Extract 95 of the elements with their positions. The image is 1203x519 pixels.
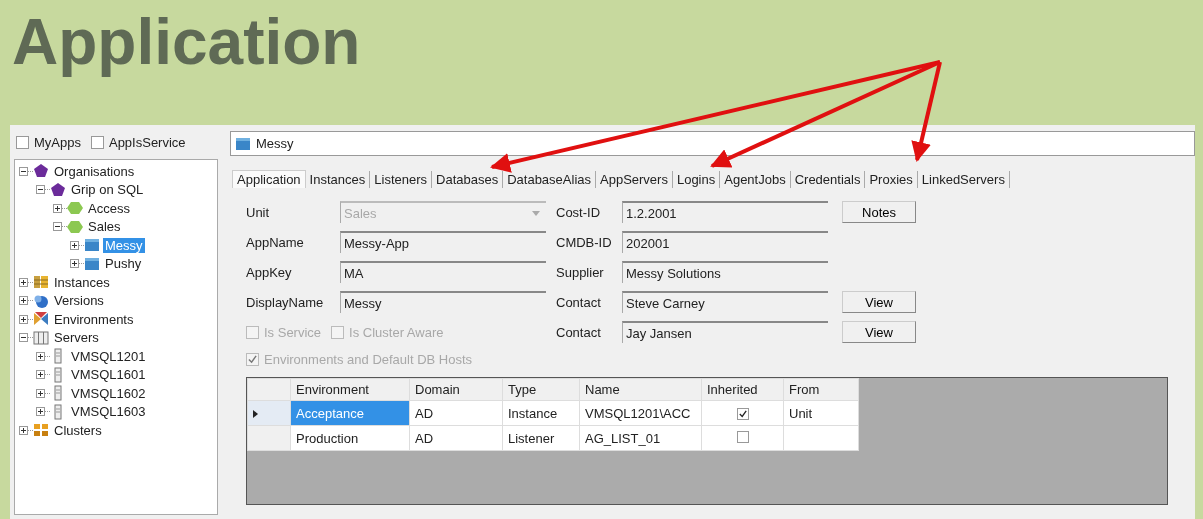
tree-item[interactable]: Access [86,200,132,216]
tree-item[interactable]: Environments [52,311,136,327]
filter-checkbox[interactable]: AppIsService [90,134,186,150]
input-field[interactable]: 1.2.2001 [622,201,828,223]
expander-icon[interactable] [36,185,45,195]
tree-item[interactable]: Sales [86,219,123,235]
tree-item[interactable]: Servers [52,330,101,346]
field-label: DisplayName [246,294,325,310]
expander-icon[interactable] [36,407,45,417]
tree-item[interactable]: Pushy [103,256,144,272]
caret-icon [532,210,540,216]
input-field[interactable]: Jay Jansen [622,321,828,343]
expander-icon[interactable] [19,296,28,306]
action-button[interactable]: View [842,291,916,313]
column-header[interactable]: Environment [290,378,410,401]
filter-checkbox[interactable]: MyApps [16,134,81,150]
table-cell: AG_LIST_01 [579,425,702,451]
tab[interactable]: LinkedServers [917,170,1010,188]
tab[interactable]: Instances [305,170,371,188]
expander-icon[interactable] [70,240,79,250]
table-cell: AD [409,425,503,451]
tree-item[interactable]: Versions [52,293,106,309]
hexagon-icon [67,218,83,235]
column-header[interactable]: Domain [409,378,503,401]
expander-icon[interactable] [19,277,28,287]
current-row-icon [253,409,258,418]
field-label: Contact [556,324,602,340]
column-header[interactable]: Type [502,378,580,401]
tree-item[interactable]: Organisations [52,163,137,179]
input-field[interactable]: MA [340,261,546,283]
input-field[interactable]: Steve Carney [622,291,828,313]
tab[interactable]: Databases [432,170,504,188]
row-header [247,378,291,401]
expander-icon[interactable] [19,333,28,343]
input-field[interactable]: Messy [340,291,546,313]
window-icon [84,255,100,272]
table-cell: Instance [502,400,580,426]
field-label: Cost-ID [556,204,602,220]
action-button[interactable]: Notes [842,201,916,223]
tab[interactable]: AgentJobs [720,170,791,188]
expander-icon[interactable] [19,425,28,435]
cluster-icon [33,422,49,439]
pentagon-icon [33,163,49,180]
tree-item[interactable]: Instances [52,274,112,290]
tree-item[interactable]: Grip on SQL [69,182,146,198]
column-header[interactable]: From [783,378,859,401]
field-label: Contact [556,294,602,310]
expander-icon[interactable] [19,166,28,176]
tree-item[interactable]: VMSQL1602 [69,385,148,401]
record-title: Messy [256,136,294,151]
tree-item[interactable]: Clusters [52,422,104,438]
tab[interactable]: AppServers [596,170,673,188]
expander-icon[interactable] [53,203,62,213]
server-rack-icon [33,329,49,346]
puzzle-icon [33,311,49,328]
inherited-checkbox[interactable] [736,430,749,443]
table-cell: Unit [783,400,859,426]
column-header[interactable]: Inherited [701,378,784,401]
field-label: AppName [246,234,305,250]
expander-icon[interactable] [70,259,79,269]
tab[interactable]: Listeners [370,170,432,188]
input-field[interactable]: 202001 [622,231,828,253]
database-stack-icon [33,274,49,291]
field-label: Unit [246,204,271,220]
expander-icon[interactable] [36,388,45,398]
page-title: Application [11,5,362,80]
tab[interactable]: DatabaseAlias [503,170,596,188]
field-label: AppKey [246,264,293,280]
table-cell: Listener [502,425,580,451]
column-header[interactable]: Name [579,378,702,401]
tab[interactable]: Credentials [790,170,866,188]
table-cell[interactable]: Production [290,425,410,451]
tab[interactable]: Logins [672,170,721,188]
hexagon-icon [67,200,83,217]
tree-item[interactable]: VMSQL1603 [69,404,148,420]
field-label: CMDB-ID [556,234,613,250]
pentagon-icon [50,181,66,198]
action-button[interactable]: View [842,321,916,343]
checkmark-icon [248,355,257,364]
tree-item[interactable]: VMSQL1601 [69,367,148,383]
expander-icon[interactable] [36,370,45,380]
expander-icon[interactable] [36,351,45,361]
tab[interactable]: Proxies [865,170,918,188]
inherited-checkbox[interactable] [736,407,749,420]
expander-icon[interactable] [19,314,28,324]
tree-item[interactable]: VMSQL1201 [69,348,148,364]
field-label: Supplier [556,264,605,280]
tab[interactable]: Application [232,170,306,188]
expander-icon[interactable] [53,222,62,232]
input-field[interactable]: Messy Solutions [622,261,828,283]
input-field[interactable]: Messy-App [340,231,546,253]
table-cell: AD [409,400,503,426]
window-icon [235,135,251,152]
window-icon [84,237,100,254]
table-cell: VMSQL1201\ACC [579,400,702,426]
